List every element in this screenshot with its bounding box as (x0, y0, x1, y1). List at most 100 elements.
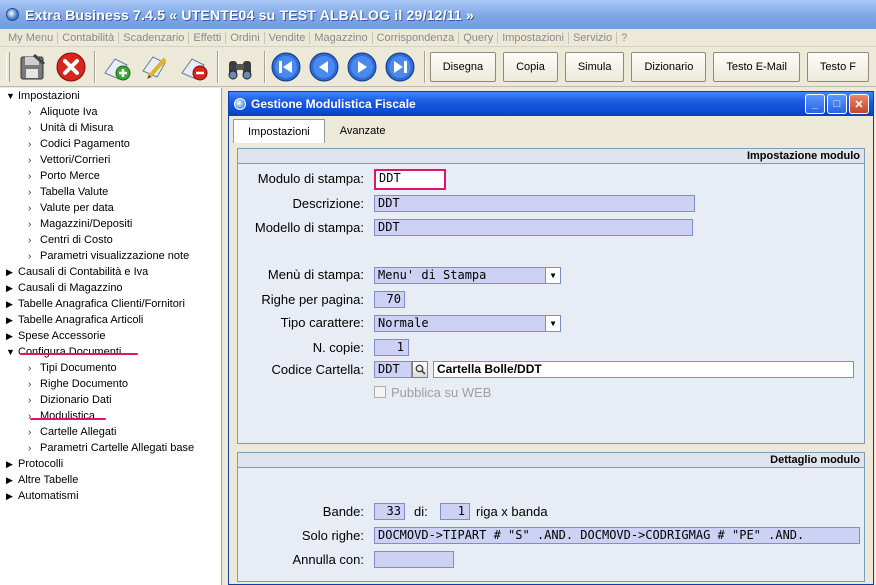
testo-email-button[interactable]: Testo E-Mail (713, 51, 800, 82)
collapsed-arrow-icon[interactable]: ▶ (6, 328, 18, 344)
tab-avanzate[interactable]: Avanzate (325, 119, 401, 141)
copia-button[interactable]: Copia (503, 51, 558, 82)
pubblica-web-checkbox[interactable] (374, 386, 386, 398)
dizionario-button[interactable]: Dizionario (631, 51, 707, 82)
solo-righe-label: Solo righe: (301, 528, 364, 543)
tree-item-configura-documenti[interactable]: ▼ Configura Documenti (6, 344, 121, 360)
maximize-icon[interactable]: □ (827, 94, 847, 114)
minimize-icon[interactable]: _ (805, 94, 825, 114)
menu-ordini[interactable]: Ordini (226, 31, 265, 44)
window-titlebar[interactable]: Gestione Modulistica Fiscale _ □ ✕ (229, 92, 873, 116)
save-icon[interactable] (16, 49, 49, 85)
tree-item-parametri-cartelle[interactable]: › Parametri Cartelle Allegati base (28, 440, 194, 456)
lookup-search-icon[interactable] (412, 361, 428, 378)
testo-f-button[interactable]: Testo F (806, 51, 869, 82)
new-icon[interactable] (100, 49, 133, 85)
next-record-icon[interactable] (346, 50, 378, 84)
menu-vendite[interactable]: Vendite (265, 31, 311, 44)
chevron-down-icon[interactable]: ▼ (545, 268, 560, 283)
copie-input[interactable]: 1 (374, 339, 409, 356)
descrizione-label: Descrizione: (292, 196, 364, 211)
righe-input[interactable]: 70 (374, 291, 405, 308)
collapsed-arrow-icon[interactable]: ▶ (6, 488, 18, 504)
collapsed-arrow-icon[interactable]: ▶ (6, 280, 18, 296)
tree-item-altre-tabelle[interactable]: ▶ Altre Tabelle (6, 472, 78, 488)
tree-item-centri-costo[interactable]: › Centri di Costo (28, 232, 113, 248)
collapsed-arrow-icon[interactable]: ▶ (6, 264, 18, 280)
menu-corrispondenza[interactable]: Corrispondenza (373, 31, 460, 44)
tab-impostazioni[interactable]: Impostazioni (233, 119, 325, 143)
descrizione-input[interactable]: DDT (374, 195, 695, 212)
tree-item-parametri-note[interactable]: › Parametri visualizzazione note (28, 248, 189, 264)
bande-input[interactable]: 33 (374, 503, 405, 520)
tree-item-protocolli[interactable]: ▶ Protocolli (6, 456, 63, 472)
disegna-button[interactable]: Disegna (429, 51, 497, 82)
previous-record-icon[interactable] (308, 50, 340, 84)
tree-item-dizionario-dati[interactable]: › Dizionario Dati (28, 392, 112, 408)
tree-item-righe-documento[interactable]: › Righe Documento (28, 376, 128, 392)
chevron-down-icon[interactable]: ▼ (545, 316, 560, 331)
tree-item-vettori[interactable]: › Vettori/Corrieri (28, 152, 110, 168)
window-controls: _ □ ✕ (803, 94, 869, 114)
app-title: Extra Business 7.4.5 « UTENTE04 su TEST … (25, 6, 474, 23)
expanded-arrow-icon[interactable]: ▼ (6, 344, 18, 360)
chevron-right-icon: › (28, 251, 32, 262)
menu-scadenzario[interactable]: Scadenzario (119, 31, 190, 44)
tree-item-causali-magazzino[interactable]: ▶ Causali di Magazzino (6, 280, 123, 296)
menu-contabilita[interactable]: Contabilità (58, 31, 120, 44)
menu-servizio[interactable]: Servizio (569, 31, 618, 44)
edit-icon[interactable] (139, 49, 172, 85)
tree-item-tabella-valute[interactable]: › Tabella Valute (28, 184, 108, 200)
tree-item-spese-accessorie[interactable]: ▶ Spese Accessorie (6, 328, 105, 344)
di-input[interactable]: 1 (440, 503, 470, 520)
delete-icon[interactable] (177, 49, 210, 85)
tree-item-tabelle-articoli[interactable]: ▶ Tabelle Anagrafica Articoli (6, 312, 143, 328)
menu-query[interactable]: Query (459, 31, 499, 44)
tree-item-tipi-documento[interactable]: › Tipi Documento (28, 360, 117, 376)
expanded-arrow-icon[interactable]: ▼ (6, 88, 18, 104)
menu-impostazioni[interactable]: Impostazioni (498, 31, 569, 44)
tree-item-automatismi[interactable]: ▶ Automatismi (6, 488, 79, 504)
menu-my-menu[interactable]: My Menu (4, 31, 59, 44)
modulo-input[interactable]: DDT (374, 169, 446, 190)
tree-item-valute-per-data[interactable]: › Valute per data (28, 200, 114, 216)
collapsed-arrow-icon[interactable]: ▶ (6, 472, 18, 488)
chevron-right-icon: › (28, 187, 32, 198)
modello-input[interactable]: DDT (374, 219, 693, 236)
tab-bar: Impostazioni Avanzate (233, 119, 400, 143)
tree-item-porto-merce[interactable]: › Porto Merce (28, 168, 100, 184)
close-icon[interactable]: ✕ (849, 94, 869, 114)
chevron-right-icon: › (28, 443, 32, 454)
menu-help[interactable]: ? (617, 32, 631, 44)
simula-button[interactable]: Simula (564, 51, 625, 82)
collapsed-arrow-icon[interactable]: ▶ (6, 456, 18, 472)
tree-item-modulistica[interactable]: › Modulistica (28, 408, 95, 424)
collapsed-arrow-icon[interactable]: ▶ (6, 312, 18, 328)
tree-item-unita-misura[interactable]: › Unità di Misura (28, 120, 113, 136)
chevron-right-icon: › (28, 411, 32, 422)
first-record-icon[interactable] (270, 50, 302, 84)
tree-item-causali-contabilita[interactable]: ▶ Causali di Contabilità e Iva (6, 264, 148, 280)
menu-stampa-select[interactable]: Menu' di Stampa ▼ (374, 267, 561, 284)
section-header: Impostazione modulo (238, 149, 864, 164)
carattere-select[interactable]: Normale ▼ (374, 315, 561, 332)
last-record-icon[interactable] (384, 50, 416, 84)
dettaglio-modulo-panel: Dettaglio modulo Bande: 33 di: 1 riga x … (237, 452, 865, 582)
tree-item-cartelle-allegati[interactable]: › Cartelle Allegati (28, 424, 116, 440)
search-binoculars-icon[interactable] (223, 49, 256, 85)
menu-effetti[interactable]: Effetti (189, 31, 227, 44)
panel-body: Modulo di stampa: DDT Descrizione: DDT M… (238, 164, 864, 443)
tree-item-codici-pagamento[interactable]: › Codici Pagamento (28, 136, 130, 152)
menu-magazzino[interactable]: Magazzino (310, 31, 373, 44)
cancel-icon[interactable] (54, 49, 87, 85)
tree-item-magazzini[interactable]: › Magazzini/Depositi (28, 216, 132, 232)
tree-item-tabelle-clienti[interactable]: ▶ Tabelle Anagrafica Clienti/Fornitori (6, 296, 185, 312)
toolbar-grip (6, 51, 10, 82)
collapsed-arrow-icon[interactable]: ▶ (6, 296, 18, 312)
tree-item-impostazioni[interactable]: ▼ Impostazioni (6, 88, 80, 104)
toolbar-separator (263, 50, 266, 83)
cartella-code-input[interactable]: DDT (374, 361, 412, 378)
annulla-input[interactable] (374, 551, 454, 568)
solo-righe-input[interactable]: DOCMOVD->TIPART # "S" .AND. DOCMOVD->COD… (374, 527, 860, 544)
tree-item-aliquote-iva[interactable]: › Aliquote Iva (28, 104, 97, 120)
